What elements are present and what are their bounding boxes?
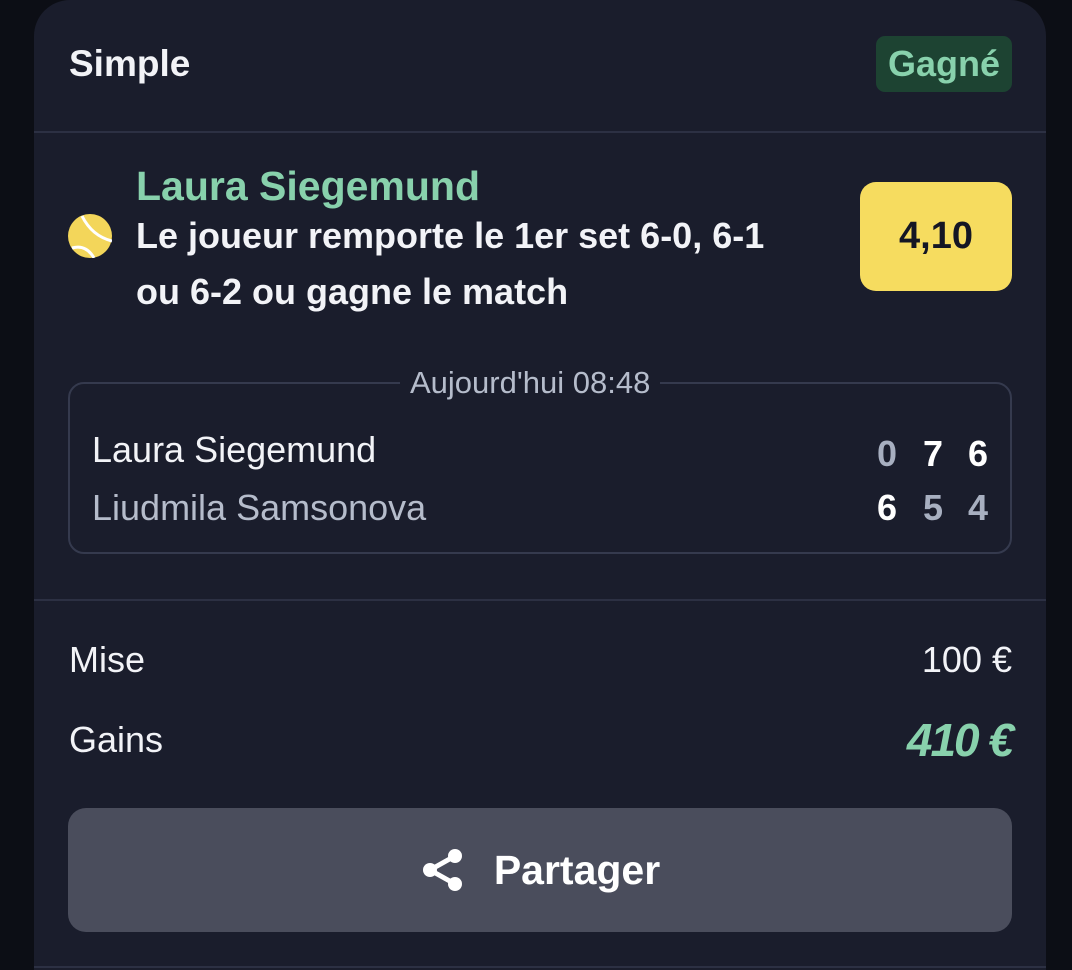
share-button[interactable]: Partager <box>68 808 1012 932</box>
payout-label: Gains <box>69 719 164 760</box>
home-set-3-score: 6 <box>967 433 989 474</box>
tennis-ball-icon <box>68 214 112 258</box>
bet-card: Simple Gagné Laura Siegemund Le joueur r… <box>34 0 1046 970</box>
away-player-name: Liudmila Samsonova <box>92 487 427 528</box>
match-time: Aujourd'hui 08:48 <box>400 363 661 403</box>
away-set-2-score: 5 <box>922 487 944 528</box>
market-description-line-2: ou 6-2 ou gagne le match <box>136 271 569 312</box>
home-player-name: Laura Siegemund <box>92 429 377 470</box>
header-divider <box>34 131 1046 133</box>
share-icon <box>422 849 462 891</box>
home-set-1-score: 0 <box>876 433 898 474</box>
bottom-divider <box>34 966 1046 968</box>
bet-header: Simple Gagné <box>34 0 1046 132</box>
summary-divider <box>34 599 1046 601</box>
bet-type-label: Simple <box>69 43 191 84</box>
market-description-line-1: Le joueur remporte le 1er set 6-0, 6-1 <box>136 215 765 256</box>
payout-value: 410 € <box>906 714 1014 766</box>
selection-player-name: Laura Siegemund <box>136 163 481 209</box>
away-set-3-score: 4 <box>967 487 989 528</box>
stake-label: Mise <box>69 639 146 680</box>
home-set-2-score: 7 <box>922 433 944 474</box>
status-badge: Gagné <box>875 36 1012 92</box>
stake-value: 100 € <box>921 639 1012 680</box>
away-set-1-score: 6 <box>876 487 898 528</box>
share-button-label: Partager <box>493 847 661 893</box>
odds-button[interactable]: 4,10 <box>860 182 1012 291</box>
